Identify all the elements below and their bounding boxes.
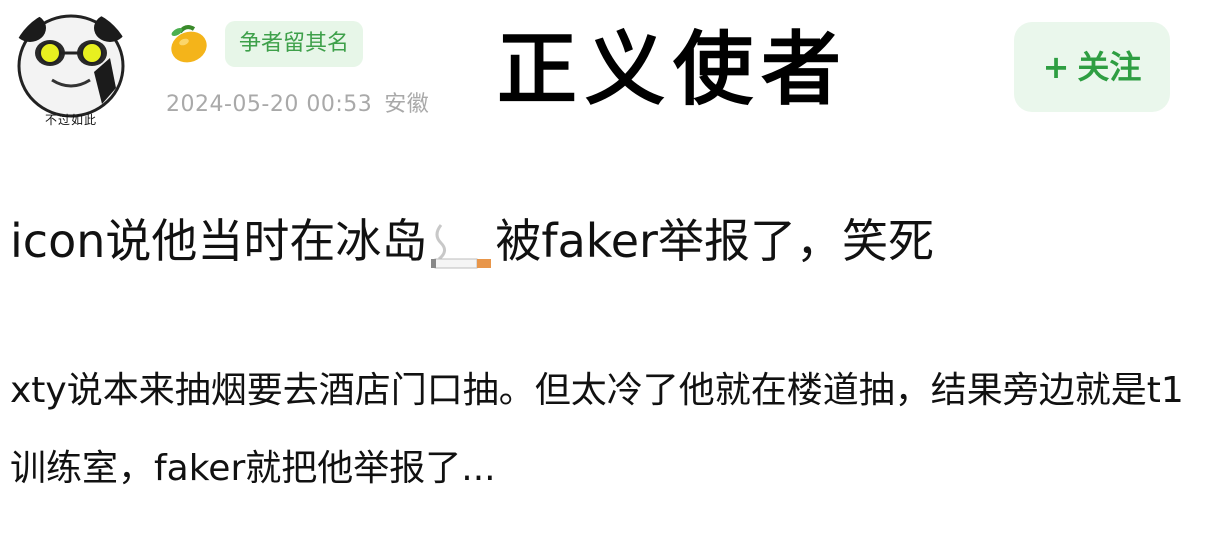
plus-icon: + (1042, 48, 1070, 86)
post-body: xty说本来抽烟要去酒店门口抽。但太冷了他就在楼道抽，结果旁边就是t1训练室，f… (10, 370, 1184, 489)
avatar[interactable]: 不过如此 (10, 8, 132, 130)
user-badge[interactable]: 争者留其名 (225, 21, 364, 67)
cigarette-icon (431, 223, 492, 268)
post-meta: 2024-05-20 00:53 安徽 (166, 86, 429, 118)
mango-icon (171, 25, 207, 63)
post-title-after: 被faker举报了，笑死 (495, 214, 934, 268)
follow-button[interactable]: + 关注 (1014, 22, 1170, 112)
post-location: 安徽 (384, 92, 430, 117)
overlay-title: 正义使者 (497, 23, 849, 116)
post-date: 2024-05-20 00:53 (166, 92, 373, 117)
post-title-before: icon说他当时在冰岛 (10, 214, 428, 268)
follow-label: 关注 (1077, 48, 1142, 86)
post-title: icon说他当时在冰岛 被faker举报了，笑死 (10, 206, 934, 276)
avatar-caption: 不过如此 (44, 113, 97, 127)
